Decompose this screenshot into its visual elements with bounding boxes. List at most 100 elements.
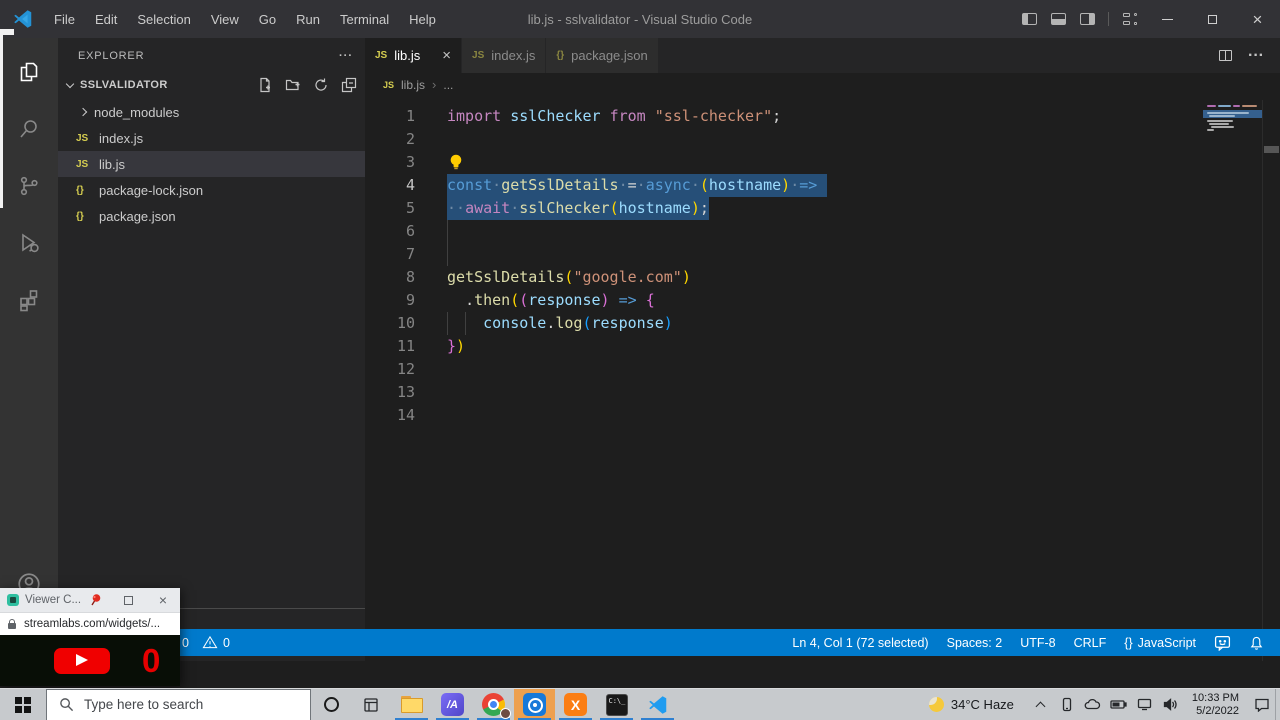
explorer-more-icon[interactable]: ··· — [339, 50, 353, 62]
code-line-3[interactable]: 3 — [365, 151, 1263, 174]
background-window-edge — [0, 35, 3, 208]
menu-file[interactable]: File — [44, 12, 85, 27]
menu-selection[interactable]: Selection — [127, 12, 200, 27]
code-line-5[interactable]: 5··await·sslChecker(hostname); — [365, 197, 1263, 220]
phone-link-tray-icon[interactable] — [1054, 689, 1080, 720]
widget-content: 0 — [0, 635, 180, 686]
language-status[interactable]: {} JavaScript — [1124, 636, 1196, 650]
taskbar-app-chrome[interactable] — [473, 689, 514, 720]
menu-view[interactable]: View — [201, 12, 249, 27]
search-icon[interactable] — [0, 105, 58, 153]
menu-run[interactable]: Run — [286, 12, 330, 27]
taskbar-app-xampp[interactable]: X — [555, 689, 596, 720]
widget-url-bar[interactable]: streamlabs.com/widgets/... — [0, 612, 180, 635]
start-button[interactable] — [0, 689, 46, 720]
pin-icon[interactable] — [89, 593, 103, 607]
collapse-folders-icon[interactable] — [341, 77, 357, 93]
close-button[interactable]: × — [1235, 0, 1280, 38]
network-tray-icon[interactable] — [1132, 689, 1158, 720]
menu-terminal[interactable]: Terminal — [330, 12, 399, 27]
taskbar-search[interactable]: Type here to search — [46, 689, 311, 720]
scrollbar-decoration[interactable] — [1264, 146, 1279, 153]
code-line-7[interactable]: 7 — [365, 243, 1263, 266]
line-content: import sslChecker from "ssl-checker"; — [447, 105, 781, 128]
taskbar-app-streamlabs[interactable] — [514, 689, 555, 720]
minimize-button[interactable] — [1145, 0, 1190, 38]
code-line-9[interactable]: 9 .then((response) => { — [365, 289, 1263, 312]
indentation-status[interactable]: Spaces: 2 — [947, 636, 1003, 650]
notifications-bell-icon[interactable] — [1249, 635, 1264, 651]
tab-label: lib.js — [394, 48, 420, 63]
new-file-icon[interactable] — [257, 77, 273, 93]
cortana-button[interactable] — [311, 689, 351, 720]
menu-edit[interactable]: Edit — [85, 12, 127, 27]
code-line-12[interactable]: 12 — [365, 358, 1263, 381]
taskbar-app-terminal[interactable]: C:\_ — [596, 689, 637, 720]
action-center-button[interactable] — [1249, 689, 1275, 720]
volume-tray-icon[interactable] — [1158, 689, 1184, 720]
workspace-section-header[interactable]: SSLVALIDATOR — [58, 73, 365, 97]
eol-status[interactable]: CRLF — [1074, 636, 1107, 650]
code-line-13[interactable]: 13 — [365, 381, 1263, 404]
minimap[interactable] — [1205, 102, 1261, 134]
tray-overflow-button[interactable] — [1028, 689, 1054, 720]
code-line-10[interactable]: 10 console.log(response) — [365, 312, 1263, 335]
toggle-sidebar-icon[interactable] — [1022, 13, 1037, 25]
feedback-icon[interactable] — [1214, 634, 1231, 651]
widget-restore-icon[interactable] — [124, 596, 133, 605]
restore-button[interactable] — [1190, 0, 1235, 38]
weather-widget[interactable]: 34°C Haze — [929, 697, 1014, 712]
battery-tray-icon[interactable] — [1106, 689, 1132, 720]
source-control-icon[interactable] — [0, 162, 58, 210]
taskbar-app-vscode[interactable] — [637, 689, 678, 720]
menubar: FileEditSelectionViewGoRunTerminalHelp — [44, 12, 446, 27]
widget-title-bar[interactable]: Viewer C... × — [0, 588, 180, 612]
tab-package.json[interactable]: {}package.json — [546, 38, 657, 73]
windows-logo-icon — [15, 697, 31, 713]
file-item-lib.js[interactable]: JSlib.js — [58, 151, 365, 177]
file-item-package.json[interactable]: {}package.json — [58, 203, 365, 229]
tab-close-icon[interactable]: × — [442, 48, 451, 63]
widget-close-icon[interactable]: × — [159, 593, 167, 607]
file-item-index.js[interactable]: JSindex.js — [58, 125, 365, 151]
breadcrumb[interactable]: JS lib.js › ... — [365, 73, 1280, 96]
widget-url[interactable]: streamlabs.com/widgets/... — [24, 618, 160, 630]
customize-layout-icon[interactable] — [1123, 13, 1137, 25]
extensions-icon[interactable] — [0, 276, 58, 324]
toggle-panel-icon[interactable] — [1051, 13, 1066, 25]
cursor-position[interactable]: Ln 4, Col 1 (72 selected) — [792, 636, 928, 650]
run-debug-icon[interactable] — [0, 219, 58, 267]
code-line-11[interactable]: 11}) — [365, 335, 1263, 358]
code-line-8[interactable]: 8getSslDetails("google.com") — [365, 266, 1263, 289]
explorer-icon[interactable] — [0, 48, 58, 96]
encoding-status[interactable]: UTF-8 — [1020, 636, 1055, 650]
taskbar-app-design[interactable]: /A — [432, 689, 473, 720]
code-line-4[interactable]: 4const·getSslDetails·=·async·(hostname)·… — [365, 174, 1263, 197]
onedrive-tray-icon[interactable] — [1080, 689, 1106, 720]
warning-count: 0 — [223, 636, 230, 650]
file-item-node_modules[interactable]: node_modules — [58, 99, 365, 125]
tab-index.js[interactable]: JSindex.js — [462, 38, 545, 73]
toggle-secondary-sidebar-icon[interactable] — [1080, 13, 1095, 25]
line-number: 8 — [365, 266, 415, 289]
task-view-button[interactable] — [351, 689, 391, 720]
tab-lib.js[interactable]: JSlib.js× — [365, 38, 461, 73]
split-editor-icon[interactable] — [1219, 50, 1232, 61]
breadcrumb-file[interactable]: lib.js — [401, 78, 425, 92]
menu-help[interactable]: Help — [399, 12, 446, 27]
code-line-2[interactable]: 2 — [365, 128, 1263, 151]
file-item-package-lock.json[interactable]: {}package-lock.json — [58, 177, 365, 203]
code-line-14[interactable]: 14 — [365, 404, 1263, 427]
explorer-header: EXPLORER ··· — [58, 38, 365, 73]
code-line-6[interactable]: 6 — [365, 220, 1263, 243]
editor-more-icon[interactable]: ··· — [1248, 47, 1264, 65]
breadcrumb-more[interactable]: ... — [443, 78, 453, 92]
menu-go[interactable]: Go — [249, 12, 286, 27]
code-editor[interactable]: 1import sslChecker from "ssl-checker";23… — [365, 96, 1263, 661]
taskbar-clock[interactable]: 10:33 PM 5/2/2022 — [1192, 692, 1239, 718]
taskbar-app-file-explorer[interactable] — [391, 689, 432, 720]
code-line-1[interactable]: 1import sslChecker from "ssl-checker"; — [365, 105, 1263, 128]
refresh-icon[interactable] — [313, 77, 329, 93]
show-desktop-button[interactable] — [1275, 689, 1280, 720]
new-folder-icon[interactable] — [285, 77, 301, 93]
